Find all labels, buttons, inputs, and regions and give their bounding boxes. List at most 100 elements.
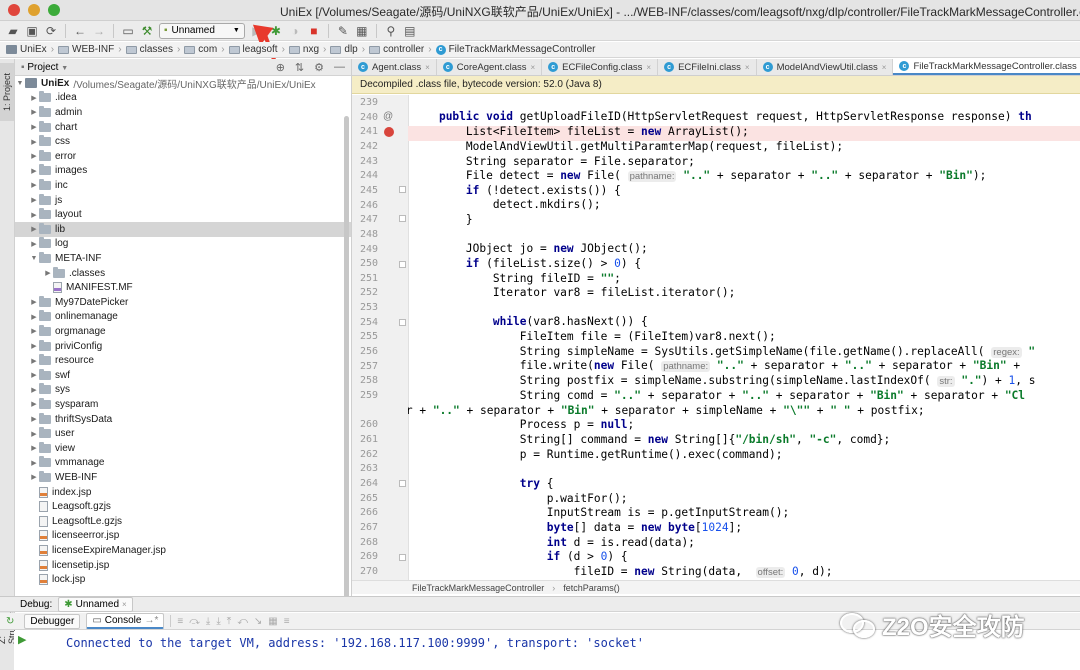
tree-item[interactable]: ▶ vmmanage <box>15 456 351 471</box>
expand-arrow-icon[interactable]: ▶ <box>29 181 39 189</box>
run-configuration-select[interactable]: ▪ Unnamed ▼ <box>159 22 245 39</box>
tree-item[interactable]: ▶ priviConfig <box>15 339 351 354</box>
expand-arrow-icon[interactable]: ▶ <box>29 371 39 379</box>
fold-marker-icon[interactable] <box>399 554 406 561</box>
tree-item[interactable]: licenseerror.jsp <box>15 529 351 544</box>
editor-tab[interactable]: c ModelAndViewUtil.class × <box>757 59 894 75</box>
collapse-icon[interactable]: ⇅ <box>295 61 304 74</box>
expand-arrow-icon[interactable]: ▶ <box>29 415 39 423</box>
expand-arrow-icon[interactable]: ▶ <box>29 240 39 248</box>
tree-item[interactable]: ▶ resource <box>15 353 351 368</box>
expand-arrow-icon[interactable]: ▶ <box>29 430 39 438</box>
sync-icon[interactable]: ⟳ <box>44 24 58 38</box>
evaluate-icon[interactable]: ▦ <box>268 616 277 627</box>
tree-item[interactable]: ▶ WEB-INF <box>15 470 351 485</box>
breadcrumb-item[interactable]: leagsoft <box>228 44 278 55</box>
tree-item[interactable]: ▶ log <box>15 237 351 252</box>
force-step-into-icon[interactable]: ⤓ <box>216 616 220 627</box>
expand-arrow-icon[interactable]: ▶ <box>43 269 53 277</box>
breadcrumb-item[interactable]: com <box>184 44 217 55</box>
editor-gutter[interactable]: 239 240 241 242 243 244 245 246 247 248 249 250 251 2… <box>352 95 409 580</box>
breadcrumb-item[interactable]: dlp <box>330 44 358 55</box>
vcs-icon[interactable]: ▤ <box>403 24 417 38</box>
expand-arrow-icon[interactable]: ▶ <box>29 459 39 467</box>
tree-item[interactable]: ▶ error <box>15 149 351 164</box>
expand-arrow-icon[interactable]: ▶ <box>29 357 39 365</box>
tree-item[interactable]: ▶ sysparam <box>15 397 351 412</box>
tree-item[interactable]: licenseExpireManager.jsp <box>15 543 351 558</box>
tree-item[interactable]: ▶ My97DatePicker <box>15 295 351 310</box>
tree-scrollbar[interactable] <box>344 116 349 596</box>
expand-arrow-icon[interactable]: ▶ <box>29 138 39 146</box>
project-structure-icon[interactable]: ▦ <box>355 24 369 38</box>
expand-arrow-icon[interactable]: ▶ <box>29 342 39 350</box>
fold-marker-icon[interactable] <box>399 215 406 222</box>
tree-item[interactable]: ▶ user <box>15 426 351 441</box>
tree-item[interactable]: ▶ swf <box>15 368 351 383</box>
run-to-cursor-icon[interactable]: ↘ <box>254 616 262 627</box>
locate-target-icon[interactable]: ⊕ <box>276 61 285 74</box>
collapse-arrow-icon[interactable]: ▼ <box>29 255 39 262</box>
editor-tab[interactable]: c CoreAgent.class × <box>437 59 543 75</box>
tree-item[interactable]: ▶ .idea <box>15 91 351 106</box>
fold-marker-icon[interactable] <box>399 261 406 268</box>
tree-item[interactable]: ▶ orgmanage <box>15 324 351 339</box>
tree-item[interactable]: ▶ layout <box>15 207 351 222</box>
close-tab-icon[interactable]: × <box>745 63 750 72</box>
close-tab-icon[interactable]: × <box>646 63 651 72</box>
back-arrow-icon[interactable]: ← <box>73 24 87 38</box>
tab-debugger[interactable]: Debugger <box>24 613 81 629</box>
editor-tab[interactable]: c Agent.class × <box>352 59 437 75</box>
editor-tab[interactable]: cFileTrackMarkMessageController.class× <box>893 59 1080 75</box>
tree-item[interactable]: ▶ images <box>15 164 351 179</box>
close-tab-icon[interactable]: × <box>531 63 536 72</box>
breadcrumb-item[interactable]: UniEx <box>6 44 47 55</box>
tree-item[interactable]: ▼ META-INF <box>15 251 351 266</box>
tree-item[interactable]: LeagsoftLe.gzjs <box>15 514 351 529</box>
tree-item[interactable]: ▶ sys <box>15 383 351 398</box>
expand-arrow-icon[interactable]: ▶ <box>29 108 39 116</box>
fold-marker-icon[interactable] <box>399 319 406 326</box>
code-editor[interactable]: public void getUploadFileID(HttpServletR… <box>408 95 1080 580</box>
breadcrumb-current-class[interactable]: c FileTrackMarkMessageController <box>435 44 595 55</box>
tab-console[interactable]: ▭ Console →* <box>86 613 165 629</box>
debug-session-tab[interactable]: ✱ Unnamed × <box>58 596 133 612</box>
breadcrumb-method[interactable]: fetchParams() <box>563 583 620 593</box>
expand-arrow-icon[interactable]: ▶ <box>29 152 39 160</box>
project-tool-tab[interactable]: 1: Project <box>0 63 14 121</box>
drop-frame-icon[interactable]: ⤺ <box>237 616 248 627</box>
override-marker-icon[interactable]: @ <box>383 111 393 122</box>
editor-tab[interactable]: c ECFileConfig.class × <box>542 59 659 75</box>
breadcrumb-item[interactable]: nxg <box>288 44 319 55</box>
open-folder-icon[interactable]: ▰ <box>6 24 20 38</box>
tree-item[interactable]: ▶ thriftSysData <box>15 412 351 427</box>
search-icon[interactable]: ⚲ <box>384 24 398 38</box>
fold-marker-icon[interactable] <box>399 480 406 487</box>
tree-item[interactable]: ▶ onlinemanage <box>15 310 351 325</box>
expand-arrow-icon[interactable]: ▶ <box>29 400 39 408</box>
tree-item[interactable]: lock.jsp <box>15 572 351 587</box>
expand-arrow-icon[interactable]: ▶ <box>29 94 39 102</box>
step-into-icon[interactable]: ⤓ <box>206 616 210 627</box>
expand-arrow-icon[interactable]: ▶ <box>29 313 39 321</box>
step-over-icon[interactable]: ⤼ <box>189 616 200 627</box>
terminal-icon[interactable]: ▭ <box>121 24 135 38</box>
expand-arrow-icon[interactable]: ▶ <box>29 225 39 233</box>
tree-item[interactable]: index.jsp <box>15 485 351 500</box>
build-hammer-icon[interactable]: ⚒ <box>140 24 154 38</box>
rerun-icon[interactable]: ↻ <box>6 616 14 627</box>
save-icon[interactable]: ▣ <box>25 24 39 38</box>
tree-item[interactable]: ▶ admin <box>15 105 351 120</box>
breakpoint-icon[interactable] <box>384 127 394 137</box>
settings-wrench-icon[interactable]: ✎ <box>336 24 350 38</box>
close-icon[interactable]: × <box>122 600 127 609</box>
gear-icon[interactable]: ⚙ <box>314 61 324 74</box>
expand-arrow-icon[interactable]: ▶ <box>29 298 39 306</box>
tree-item[interactable]: Leagsoft.gzjs <box>15 499 351 514</box>
tree-item[interactable]: ▶ js <box>15 193 351 208</box>
tree-item[interactable]: ▶ .classes <box>15 266 351 281</box>
tree-item[interactable]: ▶ chart <box>15 120 351 135</box>
expand-arrow-icon[interactable]: ▶ <box>29 444 39 452</box>
close-tab-icon[interactable]: × <box>425 63 430 72</box>
expand-arrow-icon[interactable]: ▶ <box>29 211 39 219</box>
